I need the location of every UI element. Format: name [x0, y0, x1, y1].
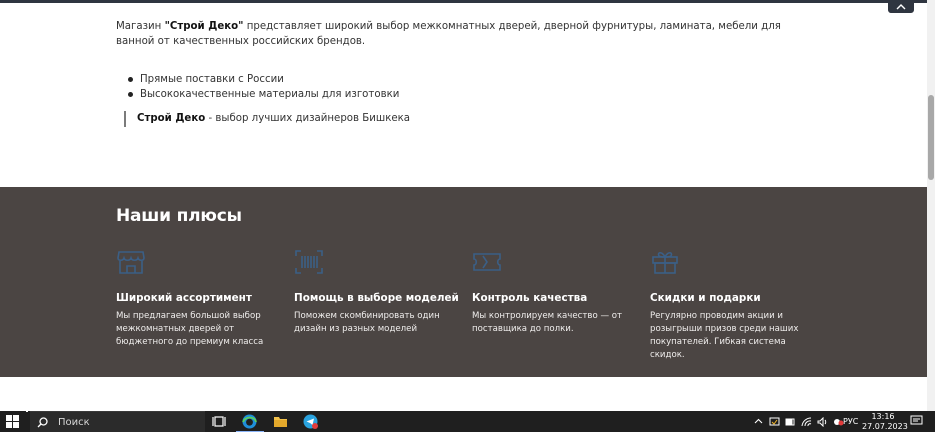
search-placeholder: Поиск	[58, 416, 90, 428]
notification-center-icon[interactable]	[910, 415, 923, 427]
advantages-section: Наши плюсы Широкий ассортимент Мы предла…	[0, 187, 927, 377]
quote-brand: Строй Деко	[137, 113, 206, 124]
gift-icon	[652, 251, 678, 274]
system-tray	[754, 411, 844, 432]
advantage-title: Контроль качества	[472, 292, 588, 304]
header-bottom-border	[0, 0, 927, 3]
advantage-text: Регулярно проводим акции и розыгрыши при…	[650, 311, 799, 360]
mouse-cursor	[26, 408, 36, 412]
page-scrollbar[interactable]	[927, 0, 935, 411]
features-list: Прямые поставки с России Высококачествен…	[128, 72, 399, 102]
volume-icon[interactable]	[817, 416, 828, 427]
barcode-scan-icon	[295, 250, 323, 274]
file-explorer-icon[interactable]	[273, 414, 288, 429]
chevron-up-icon	[896, 3, 906, 9]
clock-date: 27.07.2023	[862, 421, 908, 431]
windows-start-icon[interactable]	[6, 415, 19, 428]
advantage-title: Скидки и подарки	[650, 292, 761, 304]
advantages-title: Наши плюсы	[116, 206, 242, 226]
search-icon	[37, 416, 48, 427]
intro-paragraph: Магазин "Строй Деко" представляет широки…	[116, 19, 816, 49]
advantage-title: Помощь в выборе моделей	[294, 292, 459, 304]
clock-time: 13:16	[871, 412, 895, 421]
advantage-text: Мы предлагаем большой выбор межкомнатных…	[116, 311, 264, 347]
advantage-text: Мы контролируем качество — от поставщика…	[472, 311, 623, 334]
edge-browser-icon[interactable]	[242, 414, 257, 429]
intro-brand: "Строй Деко"	[164, 21, 244, 32]
page: Магазин "Строй Деко" представляет широки…	[0, 0, 935, 432]
chevron-up-icon[interactable]	[754, 417, 763, 426]
brand-quote: Строй Деко - выбор лучших дизайнеров Биш…	[124, 111, 410, 127]
advantage-assortment: Широкий ассортимент Мы предлагаем большо…	[116, 249, 286, 349]
scroll-to-top-button[interactable]	[888, 0, 914, 13]
security-icon[interactable]	[769, 417, 780, 427]
list-item: Высококачественные материалы для изготов…	[128, 87, 399, 102]
clock[interactable]: 13:16 27.07.2023	[862, 412, 908, 431]
intro-prefix: Магазин	[116, 21, 165, 32]
language-indicator[interactable]: РУС	[843, 417, 858, 426]
quote-text: - выбор лучших дизайнеров Бишкека	[205, 113, 411, 124]
wifi-icon[interactable]	[801, 416, 812, 427]
advantage-quality: Контроль качества Мы контролируем качест…	[472, 249, 642, 336]
taskbar-search-input[interactable]: Поиск	[30, 411, 205, 432]
ticket-icon	[473, 253, 501, 271]
task-view-icon[interactable]	[212, 414, 227, 429]
advantage-model-help: Помощь в выборе моделей Поможем скомбини…	[294, 249, 464, 336]
scrollbar-thumb[interactable]	[928, 95, 934, 180]
telegram-icon[interactable]	[303, 414, 318, 429]
windows-taskbar: Поиск РУС 13:16 27.07.2023	[0, 411, 935, 432]
battery-icon[interactable]	[785, 417, 796, 427]
list-item: Прямые поставки с России	[128, 72, 399, 87]
advantage-title: Широкий ассортимент	[116, 292, 252, 304]
store-icon	[117, 251, 145, 274]
advantage-discounts: Скидки и подарки Регулярно проводим акци…	[650, 249, 820, 362]
advantage-text: Поможем скомбинировать один дизайн из ра…	[294, 311, 440, 334]
